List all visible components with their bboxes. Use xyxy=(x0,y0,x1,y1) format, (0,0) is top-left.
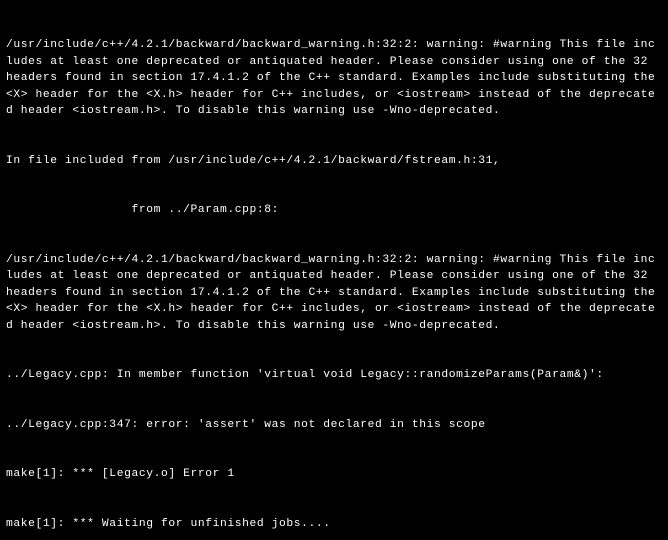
output-line: from ../Param.cpp:8: xyxy=(6,202,662,219)
output-line: /usr/include/c++/4.2.1/backward/backward… xyxy=(6,252,662,335)
terminal-output: /usr/include/c++/4.2.1/backward/backward… xyxy=(6,4,662,540)
output-line: make[1]: *** Waiting for unfinished jobs… xyxy=(6,516,662,533)
output-line: ../Legacy.cpp: In member function 'virtu… xyxy=(6,367,662,384)
output-line: make[1]: *** [Legacy.o] Error 1 xyxy=(6,466,662,483)
output-line: ../Legacy.cpp:347: error: 'assert' was n… xyxy=(6,417,662,434)
output-line: /usr/include/c++/4.2.1/backward/backward… xyxy=(6,37,662,120)
output-line: In file included from /usr/include/c++/4… xyxy=(6,153,662,170)
